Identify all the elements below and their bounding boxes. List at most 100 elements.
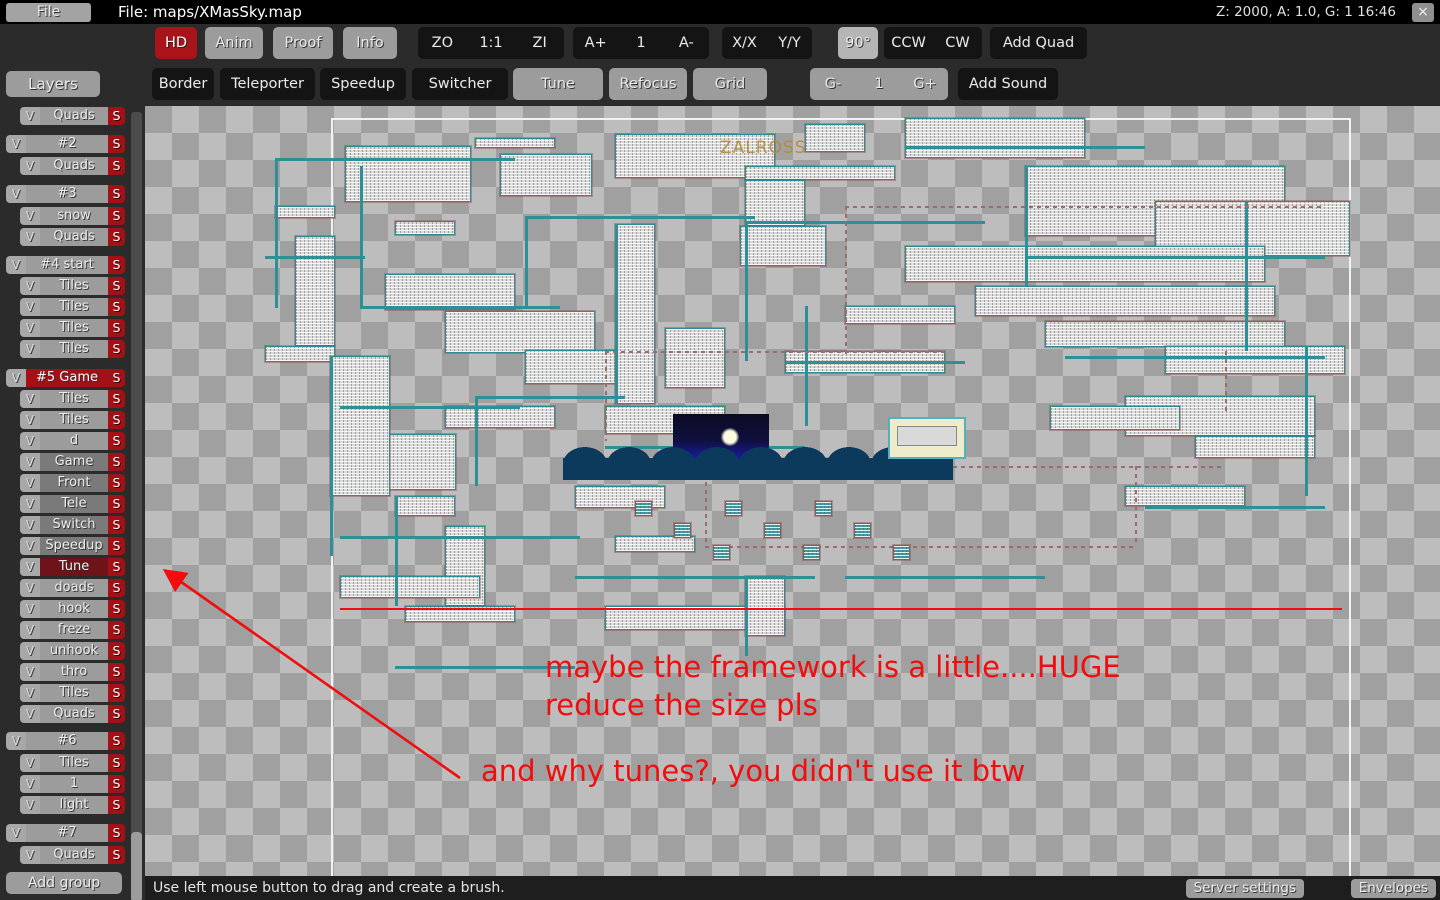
layers-scrollbar-track[interactable] [131,112,142,900]
layer-visibility-toggle[interactable]: V [6,369,26,387]
map-canvas[interactable]: ZALROSS maybe the framework is a little.… [145,106,1440,876]
layer-name[interactable]: #6 [26,732,108,750]
layer-select-toggle[interactable]: S [108,453,125,471]
layer-visibility-toggle[interactable]: V [20,621,40,639]
layer-row-switch[interactable]: VSwitchS [20,516,125,534]
anim-speed-group-1[interactable]: 1 [618,27,663,59]
layer-visibility-toggle[interactable]: V [20,754,40,772]
layer-row-snow[interactable]: VsnowS [20,207,125,225]
layer-select-toggle[interactable]: S [108,340,125,358]
layer-select-toggle[interactable]: S [108,319,125,337]
toolbar-button-switcher[interactable]: Switcher [412,68,508,100]
layer-name[interactable]: Tiles [40,319,108,337]
layer-name[interactable]: #3 [26,185,108,203]
layer-row-3[interactable]: V#3S [6,185,125,203]
layer-select-toggle[interactable]: S [108,558,125,576]
layer-visibility-toggle[interactable]: V [20,846,40,864]
layer-select-toggle[interactable]: S [108,207,125,225]
layer-row-quads[interactable]: VQuadsS [20,107,125,125]
zoom-group-zo[interactable]: ZO [418,27,467,59]
layer-row-5-game[interactable]: V#5 GameS [6,369,125,387]
layer-visibility-toggle[interactable]: V [20,453,40,471]
layer-row-thro[interactable]: VthroS [20,663,125,681]
layer-row-quads[interactable]: VQuadsS [20,228,125,246]
layer-name[interactable]: Quads [40,705,108,723]
layer-select-toggle[interactable]: S [108,390,125,408]
layer-name[interactable]: Tiles [40,390,108,408]
layer-select-toggle[interactable]: S [108,775,125,793]
layer-name[interactable]: #2 [26,135,108,153]
layer-visibility-toggle[interactable]: V [20,207,40,225]
layer-select-toggle[interactable]: S [108,796,125,814]
layer-name[interactable]: #5 Game [26,369,108,387]
layer-select-toggle[interactable]: S [108,432,125,450]
file-menu-button[interactable]: File [6,3,91,22]
layer-select-toggle[interactable]: S [108,228,125,246]
rotation-angle-button-90[interactable]: 90° [838,27,878,59]
layer-select-toggle[interactable]: S [108,537,125,555]
grid-size-group-g[interactable]: G+ [902,68,948,100]
layer-visibility-toggle[interactable]: V [20,663,40,681]
layer-row-speedup[interactable]: VSpeedupS [20,537,125,555]
layer-visibility-toggle[interactable]: V [20,390,40,408]
layer-select-toggle[interactable]: S [108,157,125,175]
rotate-group-ccw[interactable]: CCW [884,27,933,59]
layer-row-freze[interactable]: VfrezeS [20,621,125,639]
layer-row-tiles[interactable]: VTilesS [20,390,125,408]
layer-name[interactable]: hook [40,600,108,618]
layer-visibility-toggle[interactable]: V [6,732,26,750]
flip-group-y-y[interactable]: Y/Y [767,27,812,59]
grid-size-group-g[interactable]: G- [810,68,856,100]
layer-select-toggle[interactable]: S [108,298,125,316]
layer-name[interactable]: Quads [40,157,108,175]
anim-speed-group-a[interactable]: A- [664,27,709,59]
layer-name[interactable]: Speedup [40,537,108,555]
layer-row-doads[interactable]: VdoadsS [20,579,125,597]
toolbar-button-add-sound[interactable]: Add Sound [958,68,1058,100]
layer-visibility-toggle[interactable]: V [6,135,26,153]
layer-visibility-toggle[interactable]: V [20,796,40,814]
layer-row-hook[interactable]: VhookS [20,600,125,618]
layer-name[interactable]: #4 start [26,256,108,274]
layer-name[interactable]: Tiles [40,298,108,316]
layer-visibility-toggle[interactable]: V [20,495,40,513]
rotate-group-cw[interactable]: CW [933,27,982,59]
layer-select-toggle[interactable]: S [108,107,125,125]
layer-visibility-toggle[interactable]: V [20,107,40,125]
layer-name[interactable]: thro [40,663,108,681]
layer-visibility-toggle[interactable]: V [20,474,40,492]
layer-visibility-toggle[interactable]: V [20,298,40,316]
envelopes-button[interactable]: Envelopes [1351,879,1436,898]
layer-row-quads[interactable]: VQuadsS [20,705,125,723]
layer-visibility-toggle[interactable]: V [20,340,40,358]
layer-select-toggle[interactable]: S [108,846,125,864]
layer-row-6[interactable]: V#6S [6,732,125,750]
layer-row-tiles[interactable]: VTilesS [20,277,125,295]
layer-visibility-toggle[interactable]: V [6,185,26,203]
layer-select-toggle[interactable]: S [108,411,125,429]
layer-name[interactable]: unhook [40,642,108,660]
toolbar-button-grid[interactable]: Grid [693,68,767,100]
zoom-group-zi[interactable]: ZI [515,27,564,59]
close-icon[interactable]: × [1412,3,1434,22]
layer-name[interactable]: #7 [26,824,108,842]
layer-row-tele[interactable]: VTeleS [20,495,125,513]
layer-name[interactable]: Game [40,453,108,471]
layer-row-tiles[interactable]: VTilesS [20,319,125,337]
layer-name[interactable]: Quads [40,107,108,125]
layer-visibility-toggle[interactable]: V [20,684,40,702]
layer-visibility-toggle[interactable]: V [20,516,40,534]
layer-name[interactable]: light [40,796,108,814]
flip-group-x-x[interactable]: X/X [722,27,767,59]
layer-select-toggle[interactable]: S [108,824,125,842]
layer-name[interactable]: Switch [40,516,108,534]
layer-row-tiles[interactable]: VTilesS [20,340,125,358]
layer-name[interactable]: Tiles [40,754,108,772]
anim-speed-group-a[interactable]: A+ [573,27,618,59]
layer-row-tiles[interactable]: VTilesS [20,684,125,702]
layer-visibility-toggle[interactable]: V [20,432,40,450]
layer-visibility-toggle[interactable]: V [20,277,40,295]
layer-name[interactable]: Front [40,474,108,492]
layers-scrollbar-thumb[interactable] [131,832,142,900]
zoom-group-1-1[interactable]: 1:1 [467,27,516,59]
